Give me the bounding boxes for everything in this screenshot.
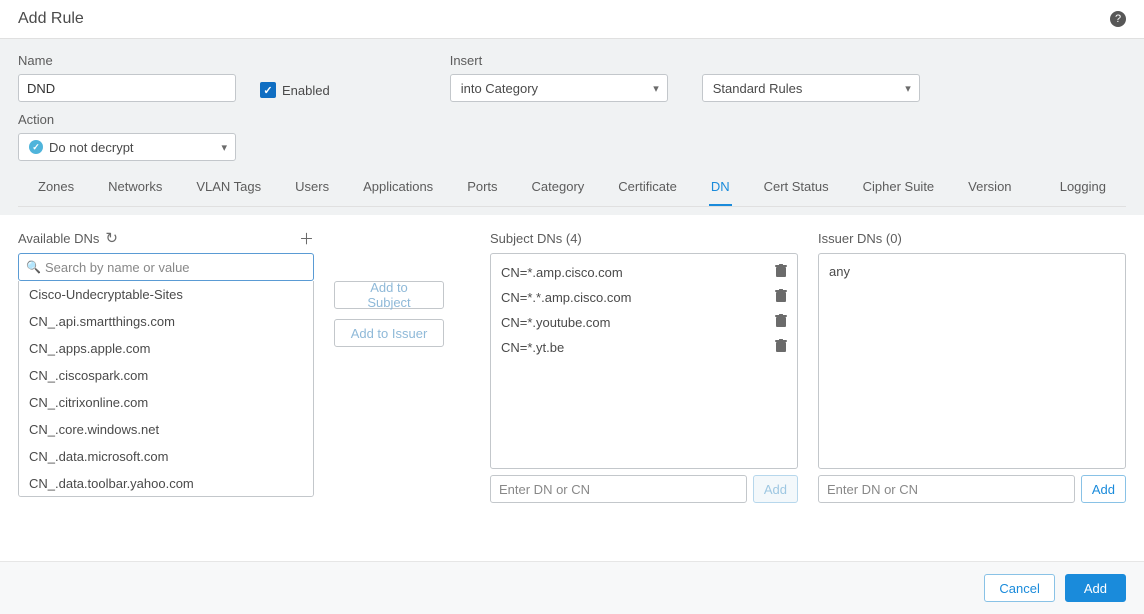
list-item[interactable]: Cisco-Undecryptable-Sites xyxy=(19,281,313,308)
enabled-toggle[interactable]: Enabled xyxy=(260,82,330,98)
dialog-title: Add Rule xyxy=(18,10,84,28)
rules-select-value: Standard Rules xyxy=(713,81,803,96)
action-label: Action xyxy=(18,112,1126,127)
check-circle-icon xyxy=(29,140,43,154)
add-to-issuer-button[interactable]: Add to Issuer xyxy=(334,319,444,347)
tab-users[interactable]: Users xyxy=(293,169,331,206)
list-item[interactable]: CN_.apps.apple.com xyxy=(19,335,313,362)
list-item[interactable]: CN_.ciscospark.com xyxy=(19,362,313,389)
dn-content-area: Available DNs ↻ ＋ 🔍 Cisco-Undecryptable-… xyxy=(0,215,1144,503)
issuer-dn-input[interactable] xyxy=(818,475,1075,503)
subject-row: CN=*.*.amp.cisco.com xyxy=(491,285,797,310)
tab-dn[interactable]: DN xyxy=(709,169,732,206)
subject-dn-text: CN=*.yt.be xyxy=(501,340,564,355)
list-item[interactable]: CN_.data.toolbar.yahoo.com xyxy=(19,470,313,497)
subject-dns-title: Subject DNs (4) xyxy=(490,231,582,246)
list-item[interactable]: CN_.api.smartthings.com xyxy=(19,308,313,335)
enabled-label: Enabled xyxy=(282,83,330,98)
subject-dn-text: CN=*.amp.cisco.com xyxy=(501,265,623,280)
insert-label: Insert xyxy=(450,53,668,68)
checkmark-icon xyxy=(260,82,276,98)
subject-dn-text: CN=*.youtube.com xyxy=(501,315,610,330)
subject-add-button[interactable]: Add xyxy=(753,475,798,503)
search-icon: 🔍 xyxy=(26,260,41,274)
transfer-column: Add to Subject Add to Issuer xyxy=(334,229,470,503)
trash-icon[interactable] xyxy=(775,314,787,331)
dialog-footer: Cancel Add xyxy=(0,561,1144,614)
tab-cipher-suite[interactable]: Cipher Suite xyxy=(861,169,937,206)
action-select[interactable]: Do not decrypt xyxy=(18,133,236,161)
add-button[interactable]: Add xyxy=(1065,574,1126,602)
list-item[interactable]: CN_.data.microsoft.com xyxy=(19,443,313,470)
top-form-section: Name Enabled Insert into Category Standa… xyxy=(0,39,1144,215)
list-item[interactable]: CN_.core.windows.net xyxy=(19,416,313,443)
search-input[interactable] xyxy=(18,253,314,281)
tab-networks[interactable]: Networks xyxy=(106,169,164,206)
trash-icon[interactable] xyxy=(775,289,787,306)
list-item[interactable]: CN_.citrixonline.com xyxy=(19,389,313,416)
tabs-bar: Zones Networks VLAN Tags Users Applications P… xyxy=(18,169,1126,207)
insert-field-group: Insert into Category xyxy=(450,53,668,102)
tab-applications[interactable]: Applications xyxy=(361,169,435,206)
issuer-dns-title: Issuer DNs (0) xyxy=(818,231,902,246)
rules-field-group: Standard Rules xyxy=(702,53,920,102)
subject-row: CN=*.youtube.com xyxy=(491,310,797,335)
tab-ports[interactable]: Ports xyxy=(465,169,499,206)
cancel-button[interactable]: Cancel xyxy=(984,574,1054,602)
insert-select[interactable]: into Category xyxy=(450,74,668,102)
available-dns-title: Available DNs xyxy=(18,231,99,246)
dialog-header: Add Rule ? xyxy=(0,0,1144,39)
trash-icon[interactable] xyxy=(775,339,787,356)
subject-dns-column: Subject DNs (4) CN=*.amp.cisco.com CN=*.*… xyxy=(490,229,798,503)
rules-spacer xyxy=(702,53,920,68)
rules-select[interactable]: Standard Rules xyxy=(702,74,920,102)
issuer-add-button[interactable]: Add xyxy=(1081,475,1126,503)
tab-vlan-tags[interactable]: VLAN Tags xyxy=(194,169,263,206)
name-field-group: Name xyxy=(18,53,236,102)
refresh-icon[interactable]: ↻ xyxy=(105,229,118,247)
name-label: Name xyxy=(18,53,236,68)
trash-icon[interactable] xyxy=(775,264,787,281)
tab-logging[interactable]: Logging xyxy=(1058,169,1108,206)
tab-cert-status[interactable]: Cert Status xyxy=(762,169,831,206)
subject-row: CN=*.yt.be xyxy=(491,335,797,360)
issuer-placeholder: any xyxy=(819,260,1125,283)
tab-category[interactable]: Category xyxy=(530,169,587,206)
issuer-panel: any xyxy=(818,253,1126,469)
available-dns-column: Available DNs ↻ ＋ 🔍 Cisco-Undecryptable-… xyxy=(18,229,314,503)
tab-certificate[interactable]: Certificate xyxy=(616,169,679,206)
action-select-value: Do not decrypt xyxy=(49,140,134,155)
issuer-dns-column: Issuer DNs (0) any Add xyxy=(818,229,1126,503)
plus-icon[interactable]: ＋ xyxy=(299,228,314,249)
subject-row: CN=*.amp.cisco.com xyxy=(491,260,797,285)
tab-version[interactable]: Version xyxy=(966,169,1013,206)
add-to-subject-button[interactable]: Add to Subject xyxy=(334,281,444,309)
subject-dn-text: CN=*.*.amp.cisco.com xyxy=(501,290,631,305)
insert-select-value: into Category xyxy=(461,81,538,96)
name-input[interactable] xyxy=(18,74,236,102)
tab-zones[interactable]: Zones xyxy=(36,169,76,206)
action-field-group: Action Do not decrypt xyxy=(18,112,1126,161)
subject-panel: CN=*.amp.cisco.com CN=*.*.amp.cisco.com CN… xyxy=(490,253,798,469)
subject-dn-input[interactable] xyxy=(490,475,747,503)
help-icon[interactable]: ? xyxy=(1110,11,1126,27)
available-listbox[interactable]: Cisco-Undecryptable-SitesCN_.api.smartth… xyxy=(18,281,314,497)
